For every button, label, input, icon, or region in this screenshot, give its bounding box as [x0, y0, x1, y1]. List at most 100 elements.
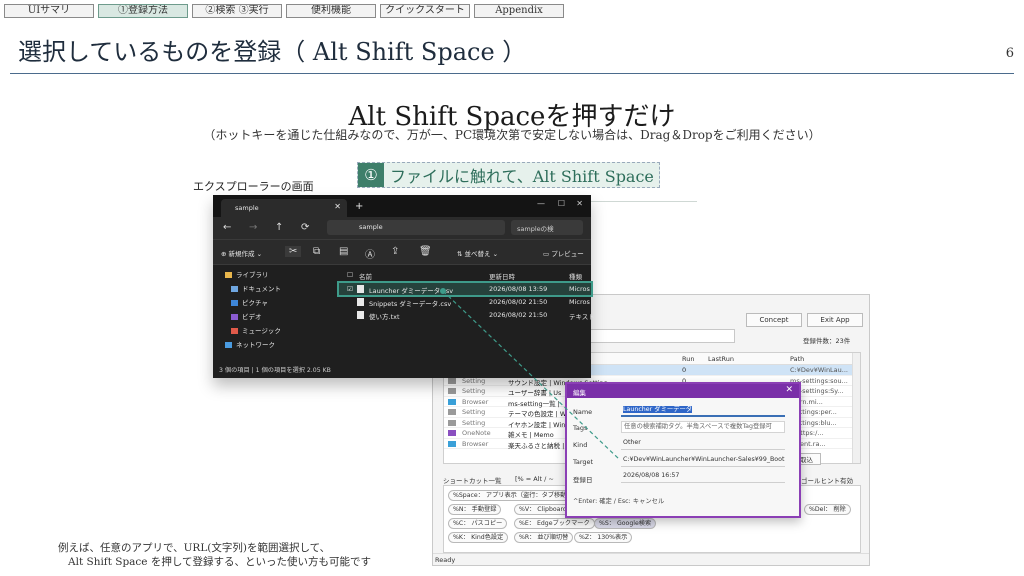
forward-arrow-icon[interactable]: → [249, 222, 257, 233]
explorer-tab-label: sample [235, 204, 259, 212]
footer-line-1: 例えば、任意のアプリで、URL(文字列)を範囲選択して、 [58, 542, 331, 554]
shortcut-hint-toggle[interactable]: ゴールヒント有効 [801, 475, 853, 485]
file-checkbox[interactable]: ☑ [347, 285, 353, 293]
kind-color-swatch [448, 409, 456, 415]
kind-color-swatch [448, 430, 456, 436]
file-list-header: ☐ 名前 更新日時 種類 [339, 267, 591, 281]
tab-appendix[interactable]: Appendix [474, 4, 564, 18]
shortcut-chip: %S： Google検索 [594, 518, 657, 529]
title-divider [10, 73, 1014, 74]
maximize-icon[interactable]: ☐ [558, 199, 565, 208]
explorer-search-input[interactable]: sampleの検 [511, 220, 583, 235]
explorer-tab[interactable]: sample ✕ [221, 199, 347, 217]
kind-color-swatch [448, 377, 456, 384]
registered-date-field[interactable]: 2026/08/08 16:57 [621, 471, 785, 483]
sidebar-item[interactable]: ネットワーク [225, 339, 275, 349]
back-arrow-icon[interactable]: ← [223, 222, 231, 233]
file-date: 2026/08/02 21:50 [489, 298, 548, 306]
kind-color-swatch [448, 388, 456, 394]
file-type: Micros [569, 298, 590, 306]
delete-icon[interactable]: 🗑 [419, 246, 432, 257]
tab-ui-summary[interactable]: UIサマリ [4, 4, 94, 18]
new-item-button[interactable]: ⊕ 新規作成 ⌄ [221, 248, 262, 258]
cut-icon[interactable]: ✂ [285, 246, 302, 257]
sort-button[interactable]: ⇅ 並べ替え ⌄ [457, 248, 498, 258]
sidebar-item[interactable]: ビデオ [231, 311, 262, 321]
section-tabs: UIサマリ ①登録方法 ②検索 ③実行 便利機能 クイックスタート Append… [4, 4, 564, 18]
concept-button[interactable]: Concept [746, 313, 802, 327]
column-path[interactable]: Path [790, 355, 804, 363]
column-type[interactable]: 種類 [569, 271, 582, 281]
exit-app-button[interactable]: Exit App [807, 313, 863, 327]
folder-icon [225, 272, 232, 278]
file-row[interactable]: ☑ Launcher ダミーデータ.csv 2026/08/08 13:59 Micr… [337, 281, 593, 297]
kind-label: Kind [573, 441, 588, 449]
name-cell: テーマの色設定 | W [508, 410, 567, 418]
sidebar-item[interactable]: ミュージック [231, 325, 281, 335]
close-tab-icon[interactable]: ✕ [334, 202, 341, 211]
share-icon[interactable]: ⇪ [391, 246, 399, 257]
sidebar-item-label: ネットワーク [236, 341, 275, 349]
close-window-icon[interactable]: ✕ [576, 199, 583, 208]
rename-icon[interactable]: Ⓐ [365, 246, 375, 261]
address-field[interactable]: sample [327, 220, 505, 235]
refresh-icon[interactable]: ⟳ [301, 222, 309, 233]
folder-icon [231, 286, 238, 292]
explorer-caption: エクスプローラーの画面 [193, 180, 314, 193]
kind-color-swatch [448, 440, 456, 447]
file-name: 使い方.txt [369, 313, 400, 321]
file-list: ☐ 名前 更新日時 種類 ☑ Launcher ダミーデータ.csv 2026/08… [337, 265, 595, 363]
subheadline: （ホットキーを通じた仕組みなので、万が一、PC環境次第で安定しない場合は、Dra… [203, 128, 821, 142]
run-cell: 0 [682, 366, 687, 374]
kind-cell: Setting [462, 418, 486, 427]
minimize-icon[interactable]: — [537, 199, 545, 208]
sidebar-item[interactable]: ライブラリ [225, 269, 269, 279]
new-tab-icon[interactable]: + [355, 201, 363, 212]
tab-search-execute[interactable]: ②検索 ③実行 [192, 4, 282, 18]
name-field[interactable]: Launcher ダミーデータ [621, 405, 785, 417]
address-text: sample [359, 223, 383, 231]
sidebar-item[interactable]: ピクチャ [231, 297, 268, 307]
column-name[interactable]: 名前 [359, 271, 372, 281]
tab-useful-features[interactable]: 便利機能 [286, 4, 376, 18]
sidebar-item[interactable]: ドキュメント [231, 283, 281, 293]
up-arrow-icon[interactable]: ↑ [275, 222, 283, 233]
close-icon[interactable]: ✕ [785, 385, 793, 395]
column-last-run[interactable]: LastRun [708, 355, 734, 363]
select-all-checkbox[interactable]: ☐ [347, 271, 353, 279]
step-text: ファイルに触れて、Alt Shift Space [390, 167, 654, 186]
explorer-command-bar: ⊕ 新規作成 ⌄ ✂ ⧉ ▤ Ⓐ ⇪ 🗑 ⇅ 並べ替え ⌄ ▭ プレビュー [213, 239, 591, 265]
sidebar-item-label: ミュージック [242, 327, 281, 335]
target-field[interactable]: C:¥Dev¥WinLauncher¥WinLauncher-Sales¥99_… [621, 455, 785, 467]
tab-quickstart[interactable]: クイックスタート [380, 4, 470, 18]
paste-icon[interactable]: ▤ [339, 246, 348, 257]
kind-field[interactable]: Other [621, 438, 785, 450]
column-date[interactable]: 更新日時 [489, 271, 515, 281]
shortcut-chip: %E： Edgeブックマーク [514, 518, 595, 529]
preview-button[interactable]: ▭ プレビュー [543, 248, 584, 258]
grid-scrollbar[interactable] [852, 353, 860, 463]
name-cell: 雑メモ | Memo [508, 431, 554, 439]
file-type: Micros [569, 285, 590, 293]
shortcut-legend: [% = Alt / ~ [515, 475, 554, 483]
explorer-search-placeholder: sampleの検 [517, 225, 554, 233]
file-row[interactable]: Snippets ダミーデータ.csv 2026/08/02 21:50 Micro… [339, 296, 591, 308]
shortcut-chip: %C： パスコピー [448, 518, 508, 529]
file-date: 2026/08/08 13:59 [489, 285, 548, 293]
file-row[interactable]: 使い方.txt 2026/08/02 21:50 テキスト [339, 309, 595, 321]
file-name: Snippets ダミーデータ.csv [369, 300, 452, 308]
page-title: 選択しているものを登録（ Alt Shift Space ） [18, 38, 527, 66]
tags-field[interactable]: 任意の検索補助タグ。半角スペースで複数Tag登録可 [621, 421, 785, 433]
target-label: Target [573, 458, 594, 466]
explorer-tab-bar: sample ✕ + — ☐ ✕ [213, 195, 591, 217]
tab-registration[interactable]: ①登録方法 [98, 4, 188, 18]
column-run[interactable]: Run [682, 355, 694, 363]
dialog-shortcut-hint: ^Enter: 確定 / Esc: キャンセル [573, 498, 665, 505]
folder-icon [231, 328, 238, 334]
file-icon [357, 311, 364, 319]
sidebar-item-label: ライブラリ [236, 271, 269, 279]
name-cell: イヤホン設定 | Win [508, 420, 566, 429]
explorer-sidebar: ライブラリドキュメント ピクチャビデオミュージックネットワーク [213, 265, 337, 363]
footer-note: 例えば、任意のアプリで、URL(文字列)を範囲選択して、 Alt Shift S… [58, 541, 371, 569]
copy-icon[interactable]: ⧉ [313, 246, 320, 257]
